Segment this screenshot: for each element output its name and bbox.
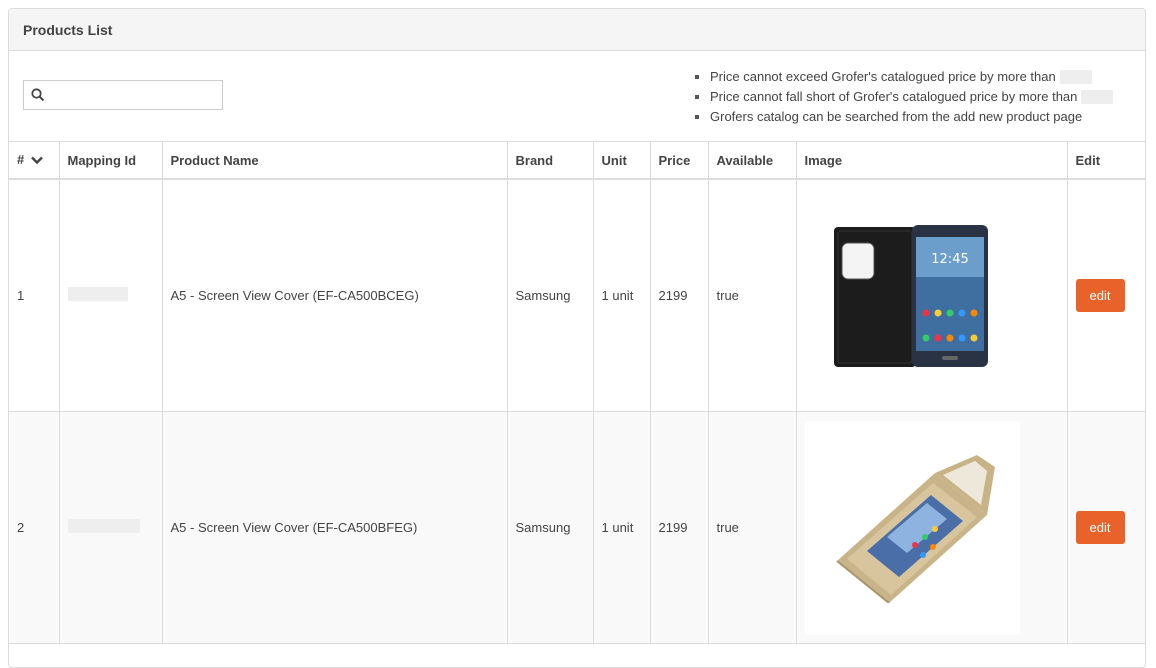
note-item: Price cannot fall short of Grofer's cata… — [695, 87, 1114, 107]
redacted-value — [1059, 70, 1092, 84]
column-header-brand[interactable]: Brand — [507, 142, 594, 180]
edit-button[interactable]: edit — [1075, 511, 1125, 544]
table-row: 1 A5 - Screen View Cover (EF-CA500BCEG) … — [9, 179, 1145, 412]
product-image — [804, 420, 1020, 635]
search-box[interactable] — [23, 80, 223, 110]
toolbar: Price cannot exceed Grofer's catalogued … — [9, 51, 1145, 142]
redacted-mapping-id — [67, 519, 140, 533]
cell-available: true — [708, 179, 797, 412]
panel-title: Products List — [9, 9, 1145, 51]
redacted-value — [1081, 90, 1114, 104]
search-icon — [24, 88, 52, 102]
note-text: Price cannot exceed Grofer's catalogued … — [710, 69, 1056, 84]
cell-mapping-id — [59, 411, 163, 644]
redacted-mapping-id — [67, 287, 128, 301]
price-rules-list: Price cannot exceed Grofer's catalogued … — [695, 67, 1114, 127]
table-header-row: # Mapping Id Product Name Brand Unit Pri… — [9, 142, 1145, 180]
cell-unit: 1 unit — [593, 179, 651, 412]
column-header-index[interactable]: # — [9, 142, 60, 180]
column-header-price[interactable]: Price — [650, 142, 709, 180]
column-header-edit[interactable]: Edit — [1067, 142, 1145, 180]
bullet-icon — [695, 75, 699, 79]
cell-image: 12:45 — [796, 179, 1068, 412]
cell-price: 2199 — [650, 411, 709, 644]
column-header-product-name[interactable]: Product Name — [162, 142, 508, 180]
cell-brand: Samsung — [507, 411, 594, 644]
search-input[interactable] — [52, 81, 221, 109]
products-panel: Products List Price cannot exceed Grofer… — [8, 8, 1146, 668]
cell-unit: 1 unit — [593, 411, 651, 644]
column-label: # — [17, 151, 25, 167]
note-item: Price cannot exceed Grofer's catalogued … — [695, 67, 1113, 87]
cell-index: 2 — [9, 411, 60, 644]
column-header-available[interactable]: Available — [708, 142, 797, 180]
cell-brand: Samsung — [507, 179, 594, 412]
cell-edit: edit — [1067, 179, 1145, 412]
phone-clock: 12:45 — [931, 252, 968, 267]
bullet-icon — [695, 95, 699, 99]
chevron-down-icon[interactable] — [31, 153, 43, 168]
column-header-unit[interactable]: Unit — [593, 142, 651, 180]
cell-available: true — [708, 411, 797, 644]
bullet-icon — [695, 115, 699, 119]
products-table: # Mapping Id Product Name Brand Unit Pri… — [9, 142, 1145, 644]
cell-image — [796, 411, 1068, 644]
cell-price: 2199 — [650, 179, 709, 412]
edit-button[interactable]: edit — [1075, 279, 1125, 312]
note-text: Price cannot fall short of Grofer's cata… — [710, 89, 1078, 104]
cell-index: 1 — [9, 179, 60, 412]
column-header-image[interactable]: Image — [796, 142, 1068, 180]
table-row: 2 A5 - Screen View Cover (EF-CA500BFEG) … — [9, 411, 1145, 644]
note-item: Grofers catalog can be searched from the… — [695, 107, 1113, 127]
cell-edit: edit — [1067, 411, 1145, 644]
product-image: 12:45 — [805, 189, 1020, 403]
cell-product-name: A5 - Screen View Cover (EF-CA500BFEG) — [162, 411, 508, 644]
cell-mapping-id — [59, 179, 163, 412]
note-text: Grofers catalog can be searched from the… — [710, 109, 1083, 124]
cell-product-name: A5 - Screen View Cover (EF-CA500BCEG) — [162, 179, 508, 412]
column-header-mapping-id[interactable]: Mapping Id — [59, 142, 163, 180]
